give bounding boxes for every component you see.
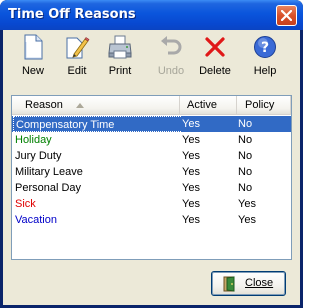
new-label: New — [21, 65, 44, 77]
active-cell: Yes — [182, 166, 200, 178]
close-button-label: Close — [245, 277, 274, 289]
window-title: Time Off Reasons — [8, 7, 136, 22]
edit-pencil-icon — [64, 34, 90, 60]
column-header-active[interactable]: Active — [180, 96, 237, 115]
list-item[interactable]: Holiday Yes No — [12, 132, 291, 148]
reason-cell: Vacation — [15, 214, 57, 226]
list-item[interactable]: Vacation Yes Yes — [12, 212, 291, 228]
toolbar: New Edit Print Undo Delete ? Help — [3, 30, 300, 82]
svg-text:?: ? — [261, 40, 269, 56]
active-cell: Yes — [182, 182, 200, 194]
list-header: Reason Active Policy — [12, 96, 291, 115]
reason-cell: Sick — [15, 198, 36, 210]
delete-label: Delete — [199, 65, 231, 77]
policy-cell: Yes — [238, 214, 256, 226]
reason-cell: Personal Day — [15, 182, 82, 194]
new-button[interactable]: New — [13, 34, 53, 80]
undo-icon — [158, 34, 184, 60]
reason-cell: Compensatory Time — [13, 116, 181, 132]
policy-cell: No — [238, 134, 253, 146]
active-cell: Yes — [182, 134, 200, 146]
edit-label: Edit — [67, 65, 87, 77]
reason-header-label: Reason — [25, 99, 63, 111]
undo-label: Undo — [157, 65, 185, 77]
delete-x-icon — [202, 34, 228, 60]
policy-cell: No — [238, 166, 253, 178]
policy-cell: No — [238, 150, 253, 162]
edit-button[interactable]: Edit — [57, 34, 97, 80]
active-cell: Yes — [182, 198, 200, 210]
help-button[interactable]: ? Help — [245, 34, 285, 80]
delete-button[interactable]: Delete — [195, 34, 235, 80]
sort-ascending-icon — [76, 103, 84, 108]
reasons-list[interactable]: Reason Active Policy Compensatory Time Ye… — [11, 95, 292, 260]
policy-cell: No — [238, 182, 253, 194]
reason-cell: Holiday — [15, 134, 52, 146]
policy-cell: Yes — [238, 198, 256, 210]
printer-icon — [107, 34, 133, 60]
close-door-icon — [222, 276, 238, 295]
policy-header-label: Policy — [245, 99, 275, 111]
list-item[interactable]: Compensatory Time Yes No — [12, 116, 291, 132]
new-document-icon — [20, 34, 46, 60]
active-cell: Yes — [182, 150, 200, 162]
close-button[interactable]: Close — [211, 271, 286, 296]
list-item[interactable]: Personal Day Yes No — [12, 180, 291, 196]
reason-cell: Jury Duty — [15, 150, 62, 162]
dialog-window: Time Off Reasons New Edit Print Undo Del… — [0, 0, 303, 308]
active-cell: Yes — [182, 118, 200, 130]
print-label: Print — [108, 65, 132, 77]
help-icon: ? — [252, 34, 278, 60]
policy-cell: No — [238, 118, 253, 130]
list-item[interactable]: Jury Duty Yes No — [12, 148, 291, 164]
active-header-label: Active — [187, 99, 217, 111]
column-header-policy[interactable]: Policy — [237, 96, 291, 115]
close-window-icon[interactable] — [276, 5, 297, 26]
active-cell: Yes — [182, 214, 200, 226]
list-item[interactable]: Military Leave Yes No — [12, 164, 291, 180]
list-item[interactable]: Sick Yes Yes — [12, 196, 291, 212]
column-header-reason[interactable]: Reason — [12, 96, 180, 115]
reason-cell: Military Leave — [15, 166, 83, 178]
title-bar[interactable]: Time Off Reasons — [0, 0, 303, 30]
print-button[interactable]: Print — [100, 34, 140, 80]
undo-button[interactable]: Undo — [151, 34, 191, 80]
help-label: Help — [253, 65, 277, 77]
